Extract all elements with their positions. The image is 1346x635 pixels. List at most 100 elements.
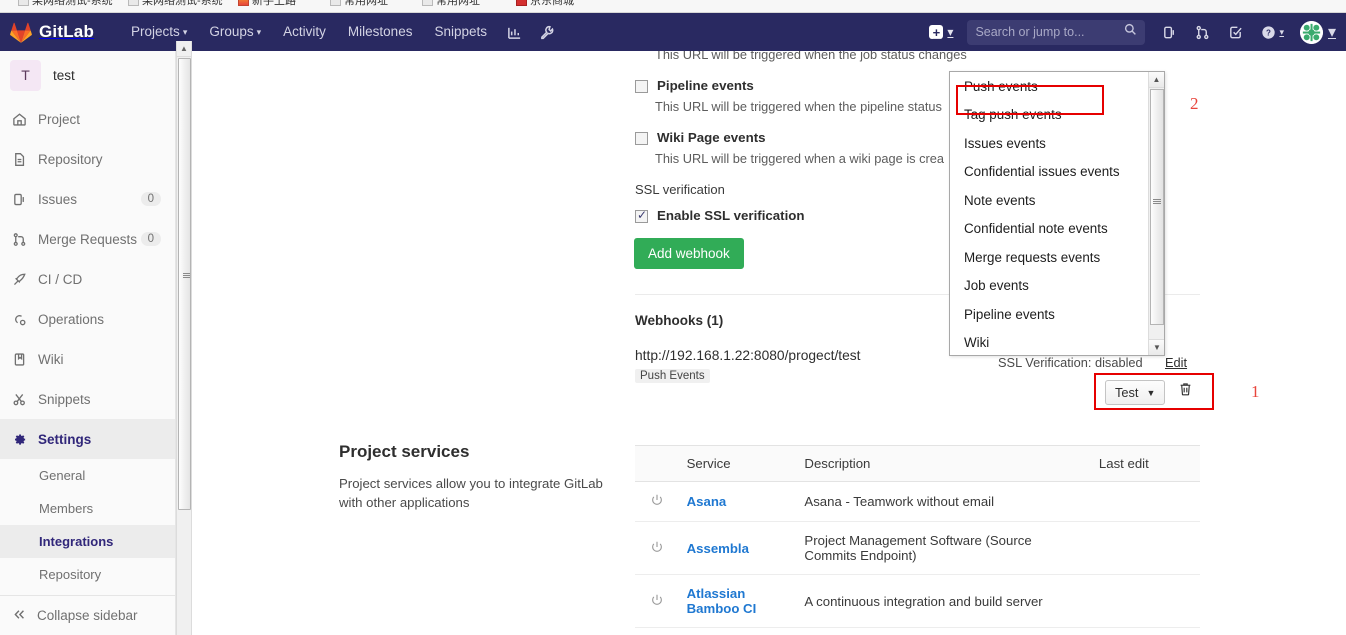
sidebar-item-label: CI / CD	[38, 271, 83, 287]
avatar	[1299, 20, 1323, 44]
page-icon	[422, 0, 433, 6]
dropdown-item-issues-events[interactable]: Issues events	[950, 129, 1148, 158]
scroll-up-arrow[interactable]: ▲	[177, 41, 191, 57]
sidebar-project-header[interactable]: T test	[0, 51, 175, 99]
dropdown-item-note-events[interactable]: Note events	[950, 186, 1148, 215]
service-description-cell: Project Management Software (Source Comm…	[796, 521, 1091, 575]
dropdown-scrollbar-thumb[interactable]	[1150, 89, 1164, 325]
dropdown-scrollbar[interactable]: ▲ ▼	[1148, 72, 1164, 355]
dropdown-item-push-events[interactable]: Push events	[950, 72, 1148, 101]
table-row[interactable]: Atlassian Bamboo CI A continuous integra…	[635, 574, 1200, 628]
bookmark-item[interactable]: 京东商城	[516, 0, 574, 7]
dropdown-item-confidential-note-events[interactable]: Confidential note events	[950, 215, 1148, 244]
user-menu-button[interactable]: ▾	[1293, 20, 1340, 44]
project-sidebar: T test Project Repository Issues 0 Merge…	[0, 51, 176, 635]
new-item-button[interactable]: + ▾	[923, 25, 959, 39]
power-icon[interactable]	[635, 481, 679, 522]
nav-link-milestones[interactable]: Milestones	[337, 13, 424, 51]
job-events-hint: This URL will be triggered when the job …	[655, 51, 967, 62]
enable-ssl-checkbox[interactable]	[635, 208, 648, 223]
browser-bookmarks-bar[interactable]: 某网络测试-系统 某网络测试-系统 新手上路 常用网址 常用网址 京东商城	[0, 0, 1346, 13]
merge-requests-icon[interactable]	[1186, 25, 1219, 40]
webhook-test-button[interactable]: Test ▼	[1105, 380, 1166, 405]
sidebar-item-settings[interactable]: Settings	[0, 419, 175, 459]
sidebar-item-snippets[interactable]: Snippets	[0, 379, 175, 419]
service-link[interactable]: Assembla	[687, 541, 749, 556]
bookmark-label: 某网络测试-系统	[32, 0, 113, 7]
dropdown-item-wiki[interactable]: Wiki	[950, 329, 1148, 356]
page-icon	[330, 0, 341, 6]
page-scrollbar[interactable]: ▲	[176, 41, 192, 635]
sidebar-subitem-members[interactable]: Members	[0, 492, 175, 525]
bookmark-item[interactable]: 常用网址	[330, 0, 388, 7]
sidebar-item-label: Operations	[38, 311, 105, 327]
nav-link-snippets[interactable]: Snippets	[423, 13, 498, 51]
wrench-icon[interactable]	[531, 25, 564, 40]
webhook-url: http://192.168.1.22:8080/progect/test	[635, 348, 861, 363]
top-navbar: GitLab Projects ▾ Groups ▾ Activity Milest…	[0, 13, 1346, 51]
webhook-edit-link[interactable]: Edit	[1165, 355, 1187, 370]
project-avatar: T	[10, 59, 41, 91]
chevron-down-icon: ▼	[1146, 387, 1156, 398]
pipeline-events-checkbox[interactable]	[635, 80, 648, 93]
nav-link-groups[interactable]: Groups ▾	[198, 13, 272, 52]
service-link[interactable]: Atlassian Bamboo CI	[687, 586, 757, 616]
table-row[interactable]: Asana Asana - Teamwork without email	[635, 481, 1200, 522]
bookmark-item[interactable]: 某网络测试-系统	[128, 0, 223, 7]
sidebar-item-project[interactable]: Project	[0, 99, 175, 139]
nav-link-activity[interactable]: Activity	[272, 13, 337, 51]
dropdown-item-merge-requests-events[interactable]: Merge requests events	[950, 243, 1148, 272]
sidebar-item-repository[interactable]: Repository	[0, 139, 175, 179]
dropdown-item-job-events[interactable]: Job events	[950, 272, 1148, 301]
pipeline-events-checkbox-row[interactable]: Pipeline events	[635, 78, 754, 93]
bookmark-item[interactable]: 常用网址	[422, 0, 480, 7]
add-webhook-button[interactable]: Add webhook	[634, 238, 744, 269]
wiki-page-events-checkbox[interactable]	[635, 132, 648, 145]
sidebar-item-label: Settings	[38, 431, 92, 447]
wiki-page-events-checkbox-row[interactable]: Wiki Page events	[635, 130, 766, 145]
bookmark-item[interactable]: 新手上路	[238, 0, 296, 7]
power-icon[interactable]	[635, 521, 679, 575]
sidebar-subitem-repository[interactable]: Repository	[0, 558, 175, 591]
trash-icon[interactable]	[1178, 381, 1193, 402]
dropdown-item-tag-push-events[interactable]: Tag push events	[950, 101, 1148, 130]
help-icon[interactable]: ? ▾	[1252, 25, 1293, 40]
gitlab-logo-link[interactable]: GitLab	[10, 22, 94, 43]
service-link[interactable]: Asana	[687, 494, 727, 509]
search-box[interactable]	[967, 19, 1146, 45]
issues-icon[interactable]	[1153, 25, 1186, 40]
firefox-icon	[238, 0, 249, 6]
sidebar-subitem-general[interactable]: General	[0, 459, 175, 492]
sidebar-item-operations[interactable]: Operations	[0, 299, 175, 339]
sidebar-item-wiki[interactable]: Wiki	[0, 339, 175, 379]
bookmark-item[interactable]: 某网络测试-系统	[18, 0, 113, 7]
table-header-description: Description	[796, 445, 1091, 482]
search-input[interactable]	[975, 25, 1126, 39]
sidebar-item-merge-requests[interactable]: Merge Requests 0	[0, 219, 175, 259]
scroll-down-arrow[interactable]: ▼	[1149, 339, 1164, 355]
collapse-sidebar-label: Collapse sidebar	[37, 608, 138, 623]
sidebar-item-label: Repository	[38, 151, 103, 167]
collapse-sidebar-button[interactable]: Collapse sidebar	[0, 595, 176, 635]
home-icon	[12, 112, 32, 127]
dropdown-item-pipeline-events[interactable]: Pipeline events	[950, 300, 1148, 329]
service-name-cell[interactable]: Assembla	[678, 521, 797, 575]
table-header-power	[635, 445, 679, 482]
scroll-up-arrow[interactable]: ▲	[1149, 72, 1164, 88]
events-dropdown-list[interactable]: Push events Tag push events Issues event…	[949, 71, 1165, 356]
sidebar-item-label: Issues	[38, 191, 78, 207]
chart-icon[interactable]	[498, 25, 531, 40]
enable-ssl-checkbox-row[interactable]: Enable SSL verification	[635, 208, 805, 223]
scrollbar-thumb[interactable]	[178, 58, 191, 510]
sidebar-subitem-integrations[interactable]: Integrations	[0, 525, 175, 558]
table-row[interactable]: Assembla Project Management Software (So…	[635, 521, 1200, 575]
power-icon[interactable]	[635, 574, 679, 628]
service-last-edit-cell	[1090, 521, 1200, 575]
sidebar-item-ci-cd[interactable]: CI / CD	[0, 259, 175, 299]
bookmark-label: 常用网址	[436, 0, 480, 7]
todos-icon[interactable]	[1219, 25, 1252, 40]
service-name-cell[interactable]: Atlassian Bamboo CI	[678, 574, 797, 628]
service-name-cell[interactable]: Asana	[678, 481, 797, 522]
dropdown-item-confidential-issues-events[interactable]: Confidential issues events	[950, 158, 1148, 187]
sidebar-item-issues[interactable]: Issues 0	[0, 179, 175, 219]
